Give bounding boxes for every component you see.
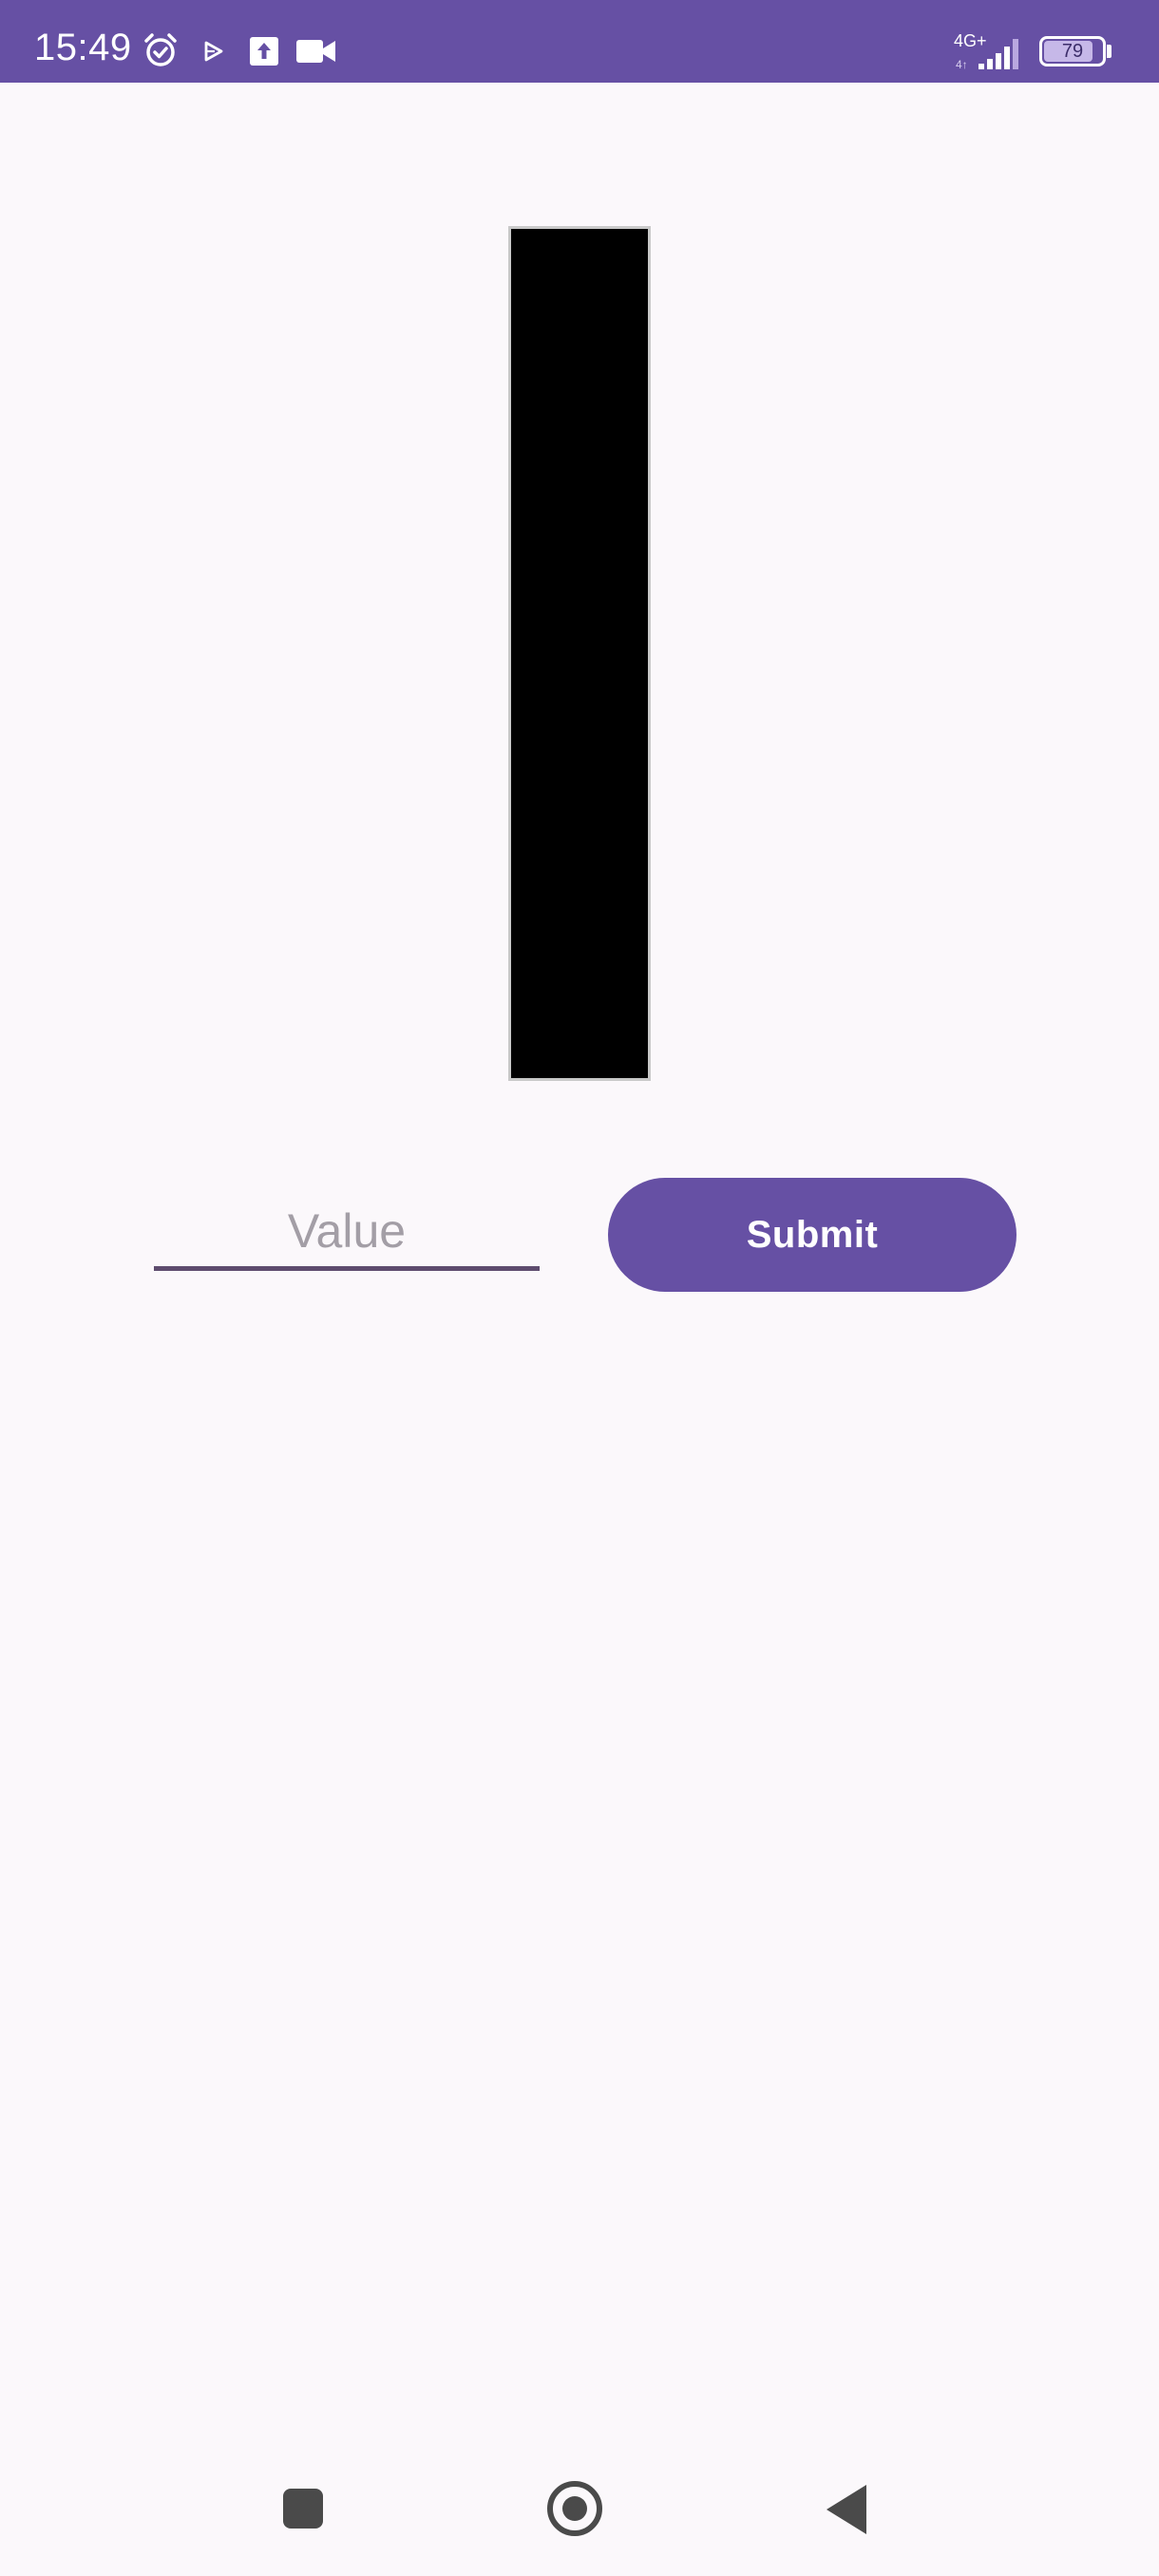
signal-icon: 4↑ xyxy=(956,39,1018,70)
back-icon[interactable] xyxy=(826,2485,866,2534)
value-input[interactable] xyxy=(154,1195,540,1271)
home-icon-dot xyxy=(562,2496,587,2521)
play-store-icon xyxy=(204,41,223,62)
status-bar: 15:49 4G+ 4↑ 79 xyxy=(0,0,1159,83)
submit-button[interactable]: Submit xyxy=(608,1178,1016,1292)
alarm-icon xyxy=(144,33,177,66)
battery-tip xyxy=(1107,45,1112,58)
svg-text:4↑: 4↑ xyxy=(956,58,968,70)
home-icon[interactable] xyxy=(547,2481,602,2536)
level-bar xyxy=(508,226,651,1081)
recents-icon[interactable] xyxy=(283,2489,323,2529)
upload-icon xyxy=(250,37,278,66)
level-bar-fill xyxy=(511,229,648,1078)
battery-icon: 79 xyxy=(1039,36,1106,66)
battery-level: 79 xyxy=(1061,40,1084,62)
status-time: 15:49 xyxy=(34,27,132,68)
video-camera-icon xyxy=(296,40,335,63)
